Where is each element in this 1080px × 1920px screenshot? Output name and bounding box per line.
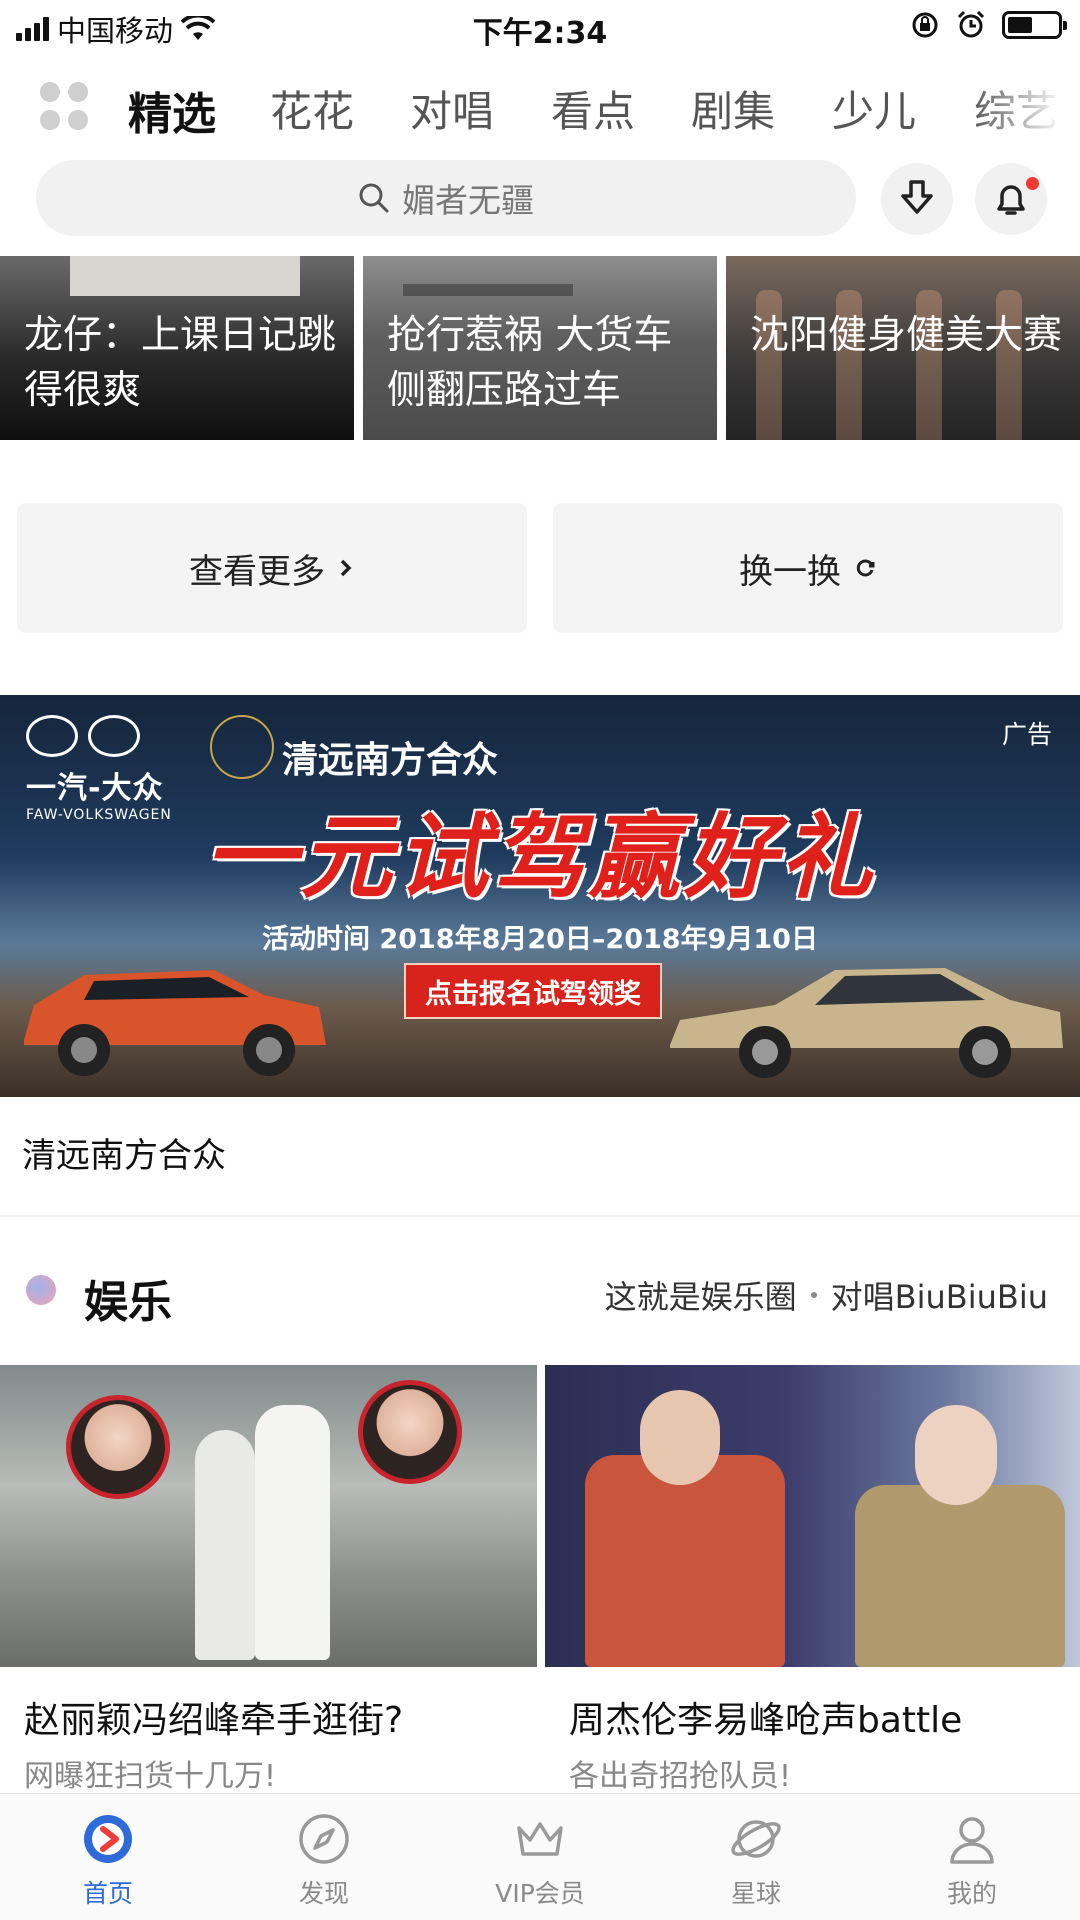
video-card[interactable]: 龙仔：上课日记跳得很爽: [0, 256, 354, 440]
section-dot-icon: [26, 1275, 56, 1305]
video-card[interactable]: 沈阳健身健美大赛: [726, 256, 1080, 440]
see-more-label: 查看更多: [189, 551, 325, 592]
entertainment-card[interactable]: 赵丽颖冯绍峰牵手逛街? 网曝狂扫货十几万!: [0, 1365, 537, 1795]
ad-cta-button[interactable]: 点击报名试驾领奖: [404, 963, 662, 1019]
notification-button[interactable]: [975, 163, 1047, 235]
ad-dealer-name: 清远南方合众: [282, 740, 499, 781]
planet-icon: [731, 1820, 781, 1858]
compass-icon: [299, 1814, 349, 1864]
orientation-lock-icon: [912, 12, 938, 38]
search-icon: [359, 183, 389, 213]
thumbnail-figure: [195, 1430, 255, 1660]
see-more-button[interactable]: 查看更多: [17, 503, 527, 633]
refresh-button[interactable]: 换一换: [553, 503, 1063, 633]
tab-shaoer[interactable]: 少儿: [832, 78, 916, 139]
download-button[interactable]: [881, 163, 953, 235]
bell-icon: [997, 185, 1025, 215]
video-card-title: 沈阳健身健美大赛: [750, 313, 1063, 358]
faw-logo-icon: [26, 715, 78, 757]
separator-dot: [810, 1292, 817, 1298]
refresh-icon: [856, 559, 875, 577]
gold-sedan-image: [670, 968, 1063, 1078]
video-thumbnail: [403, 284, 573, 296]
video-card-title: 抢行惹祸 大货车侧翻压路过车: [387, 313, 673, 413]
entertainment-thumbnail: [0, 1365, 537, 1667]
thumbnail-figure: [855, 1485, 1065, 1667]
video-card[interactable]: 抢行惹祸 大货车侧翻压路过车: [363, 256, 717, 440]
video-thumbnail: [70, 256, 300, 296]
red-suv-image: [24, 970, 326, 1076]
entertainment-card-title: 赵丽颖冯绍峰牵手逛街?: [24, 1700, 404, 1741]
refresh-label: 换一换: [739, 551, 841, 592]
entertainment-card-subtitle: 网曝狂扫货十几万!: [24, 1759, 277, 1794]
section-links: 这就是娱乐圈 对唱BiuBiuBiu: [605, 1272, 1048, 1318]
channel-tabs: 精选 花花 对唱 看点 剧集 少儿 综艺: [0, 68, 1080, 146]
tab-kandian[interactable]: 看点: [551, 78, 635, 139]
tab-huahua[interactable]: 花花: [270, 78, 354, 139]
tab-juji[interactable]: 剧集: [691, 78, 775, 139]
chevron-right-icon: [340, 559, 352, 577]
avatar: [358, 1380, 462, 1484]
nav-label: 星球: [730, 1879, 781, 1908]
nav-home[interactable]: 首页: [0, 1794, 216, 1920]
notification-dot: [1026, 177, 1039, 190]
thumbnail-figure: [585, 1455, 785, 1667]
award-badge-icon: [210, 715, 274, 779]
alarm-icon: [957, 10, 985, 38]
bottom-nav: 首页 发现 VIP会员 星球 我的: [0, 1793, 1080, 1920]
tab-duichang[interactable]: 对唱: [410, 78, 494, 139]
download-icon: [901, 180, 933, 214]
section-divider: [0, 1215, 1080, 1217]
ad-banner[interactable]: 一汽-大众 FAW-VOLKSWAGEN 清远南方合众 广告 一元试驾赢好礼 活…: [0, 695, 1080, 1097]
thumbnail-figure: [255, 1405, 330, 1660]
nav-label: 发现: [298, 1879, 349, 1908]
nav-vip[interactable]: VIP会员: [432, 1794, 648, 1920]
crown-icon: [517, 1822, 563, 1856]
video-card-row: 龙仔：上课日记跳得很爽 抢行惹祸 大货车侧翻压路过车 沈阳健身健美大赛: [0, 256, 1080, 440]
status-bar: 中国移动 下午2:34: [0, 0, 1080, 54]
ad-headline: 一元试驾赢好礼: [203, 804, 876, 911]
entertainment-card[interactable]: 周杰伦李易峰呛声battle 各出奇招抢队员!: [545, 1365, 1080, 1795]
entertainment-card-title: 周杰伦李易峰呛声battle: [569, 1700, 963, 1741]
battery-level: [1008, 17, 1032, 33]
nav-discover[interactable]: 发现: [216, 1794, 432, 1920]
tab-jingxuan[interactable]: 精选: [128, 78, 216, 142]
section-title[interactable]: 娱乐: [84, 1266, 172, 1330]
section-link[interactable]: 这就是娱乐圈: [605, 1272, 797, 1318]
thumbnail-figure: [640, 1390, 720, 1485]
ad-label: 广告: [1001, 720, 1052, 749]
tabs-fade: [970, 68, 1080, 146]
search-placeholder: 媚者无疆: [402, 181, 534, 220]
nav-profile[interactable]: 我的: [864, 1794, 1080, 1920]
entertainment-card-subtitle: 各出奇招抢队员!: [569, 1759, 792, 1794]
video-card-title: 龙仔：上课日记跳得很爽: [24, 313, 337, 413]
home-play-icon: [84, 1815, 132, 1863]
thumbnail-figure: [915, 1405, 997, 1505]
avatar: [66, 1395, 170, 1499]
ad-caption[interactable]: 清远南方合众: [22, 1128, 226, 1177]
search-input[interactable]: 媚者无疆: [36, 160, 856, 236]
nav-label: 我的: [946, 1879, 997, 1908]
nav-planet[interactable]: 星球: [648, 1794, 864, 1920]
nav-label: 首页: [82, 1879, 133, 1908]
battery-icon: [1002, 11, 1067, 39]
nav-label: VIP会员: [495, 1879, 585, 1908]
profile-icon: [950, 1817, 994, 1864]
volkswagen-logo-icon: [88, 715, 140, 757]
entertainment-thumbnail: [545, 1365, 1080, 1667]
section-link[interactable]: 对唱BiuBiuBiu: [831, 1272, 1048, 1318]
channel-grid-icon[interactable]: [40, 82, 88, 130]
